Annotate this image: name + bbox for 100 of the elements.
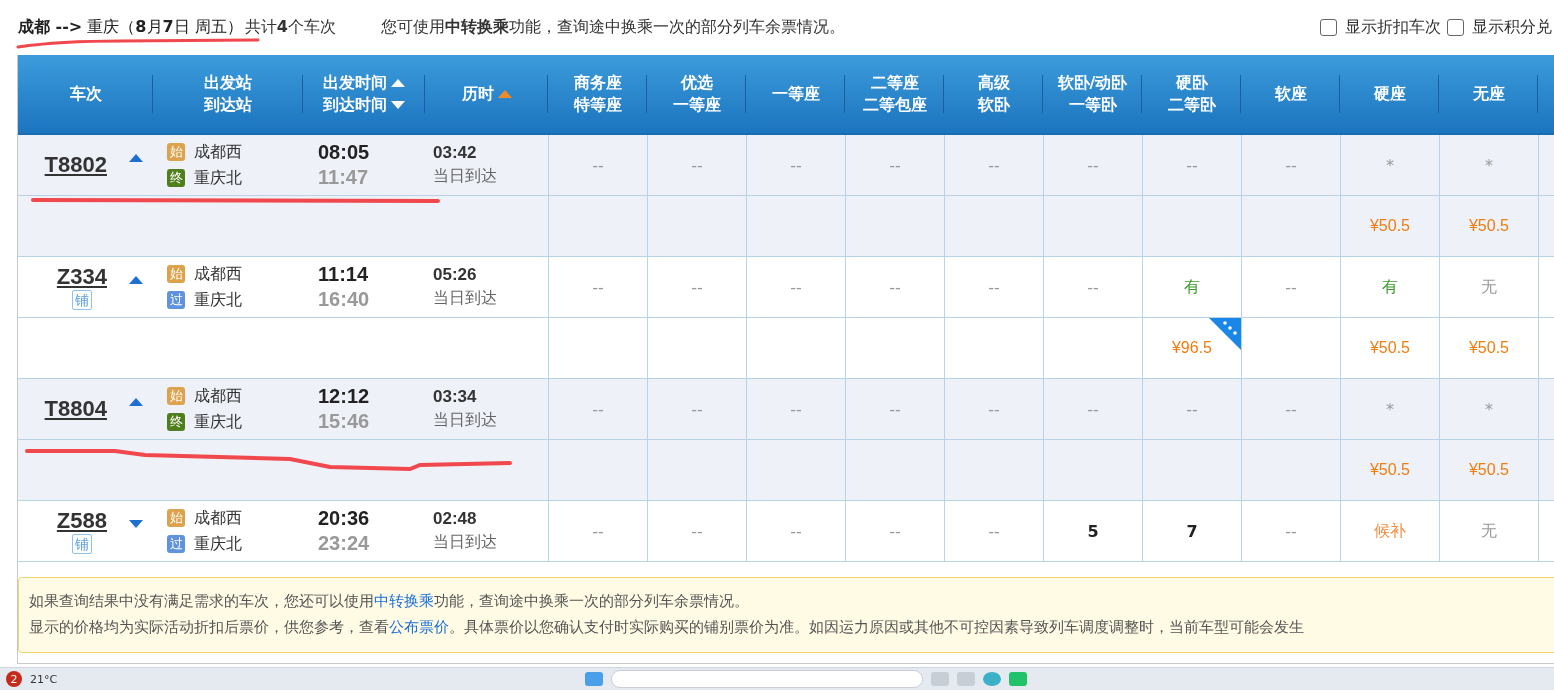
seat-availability: -- [790,521,802,541]
column-header: 软卧/动卧 一等卧 [1043,55,1142,135]
seat-availability: -- [988,277,1000,297]
seat-availability: -- [988,521,1000,541]
checkbox[interactable] [1320,19,1337,36]
seat-availability: -- [790,399,802,419]
seat-availability: 无 [1481,276,1497,298]
arrival-time: 23:24 [318,532,370,555]
seat-availability: -- [790,277,802,297]
seat-price: ¥50.5 [1369,217,1410,235]
column-header: 硬座 [1340,55,1439,135]
station-tag: 过 [167,291,185,309]
column-header: 硬卧 二等卧 [1142,55,1241,135]
transfer-notice: 您可使用中转换乘功能，查询途中换乘一次的部分列车余票情况。 [380,17,845,38]
seat-price: ¥96.5 [1171,339,1212,357]
station-name: 重庆北 [194,533,242,555]
seat-availability: -- [889,277,901,297]
weather-text[interactable]: 21°C [30,672,58,686]
train-number-link[interactable]: Z334 [56,264,107,290]
search-field[interactable] [611,670,924,688]
seat-availability: -- [790,155,802,175]
arrival-time: 16:40 [318,288,370,311]
station-name: 成都西 [194,263,242,285]
station-tag: 过 [167,535,185,553]
seat-availability: -- [691,399,703,419]
berth-badge: 铺 [71,290,92,310]
train-number-link[interactable]: T8804 [44,396,107,422]
duration: 03:34 [433,387,477,407]
station-tag: 始 [167,143,185,161]
station-name: 重庆北 [194,167,242,189]
duration: 02:48 [433,509,477,529]
seat-availability: 无 [1481,520,1497,542]
arrival-day: 当日到达 [433,288,497,309]
seat-availability: -- [1285,277,1297,297]
duration: 03:42 [433,143,477,163]
start-icon[interactable] [585,672,604,686]
app-icon[interactable] [1009,672,1028,686]
station-tag: 终 [167,413,185,431]
station-name: 重庆北 [194,411,242,433]
seat-availability: -- [988,399,1000,419]
column-header: 无座 [1439,55,1538,135]
station-name: 重庆北 [194,289,242,311]
column-header[interactable]: 出发时间 到达时间 [303,55,425,135]
arrival-day: 当日到达 [433,410,497,431]
collapse-icon[interactable] [129,154,143,162]
seat-availability: -- [592,155,604,175]
departure-time: 08:05 [318,141,370,164]
station-tag: 始 [167,265,185,283]
station-tag: 始 [167,387,185,405]
column-header: 软座 [1241,55,1340,135]
link[interactable]: 中转换乘 [374,593,434,609]
seat-availability: -- [1087,277,1099,297]
seat-availability: * [1386,399,1394,419]
column-header: 高级 软卧 [944,55,1043,135]
link[interactable]: 公布票价 [389,619,449,635]
column-header: 车次 [18,55,153,135]
column-header: 一等座 [746,55,845,135]
app-icon[interactable] [983,672,1002,686]
seat-availability: -- [1285,155,1297,175]
seat-availability: -- [592,277,604,297]
arrival-day: 当日到达 [433,532,497,553]
duration: 05:26 [433,265,477,285]
departure-time: 20:36 [318,507,370,530]
seat-availability: * [1386,155,1394,175]
seat-price: ¥50.5 [1468,339,1509,357]
seat-availability: 有 [1184,276,1200,298]
seat-availability: -- [1186,155,1198,175]
seat-availability: 5 [1087,521,1099,541]
departure-time: 11:14 [318,263,369,286]
tip-text: 如果查询结果中没有满足需求的车次，您还可以使用中转换乘功能，查询途中换乘一次的部分列车余票情况。 [29,592,750,611]
train-count: 共计4个车次 [244,17,336,38]
sort-up-icon[interactable] [391,79,405,87]
collapse-icon[interactable] [129,398,143,406]
tip-text: 显示的价格均为实际活动折扣后票价，供您参考，查看公布票价。具体票价以您确认支付时实际购买的铺别票价为准。如因运力原因或其他不可控因素导致列车调度调整时，当前车型可能会发生 [29,618,1305,637]
seat-availability: 候补 [1374,520,1406,542]
collapse-icon[interactable] [129,276,143,284]
station-name: 成都西 [194,141,242,163]
seat-availability: -- [1186,399,1198,419]
arrival-time: 15:46 [318,410,370,433]
sort-down-icon[interactable] [391,101,405,109]
train-number-link[interactable]: Z588 [56,508,107,534]
seat-availability: -- [889,521,901,541]
train-number-link[interactable]: T8802 [44,152,107,178]
seat-availability: -- [889,399,901,419]
expand-icon[interactable] [129,520,143,528]
notification-badge[interactable]: 2 [6,671,22,687]
arrival-day: 当日到达 [433,166,497,187]
column-header[interactable]: 历时 [425,55,548,135]
seat-availability: * [1485,399,1493,419]
arrival-time: 11:47 [318,166,369,189]
seat-availability: -- [988,155,1000,175]
seat-availability: 有 [1382,276,1398,298]
checkbox[interactable] [1447,19,1464,36]
seat-availability: -- [691,521,703,541]
departure-time: 12:12 [318,385,370,408]
seat-availability: -- [1087,399,1099,419]
station-name: 成都西 [194,507,242,529]
seat-availability: 7 [1186,521,1198,541]
station-tag: 终 [167,169,185,187]
berth-badge: 铺 [71,534,92,554]
